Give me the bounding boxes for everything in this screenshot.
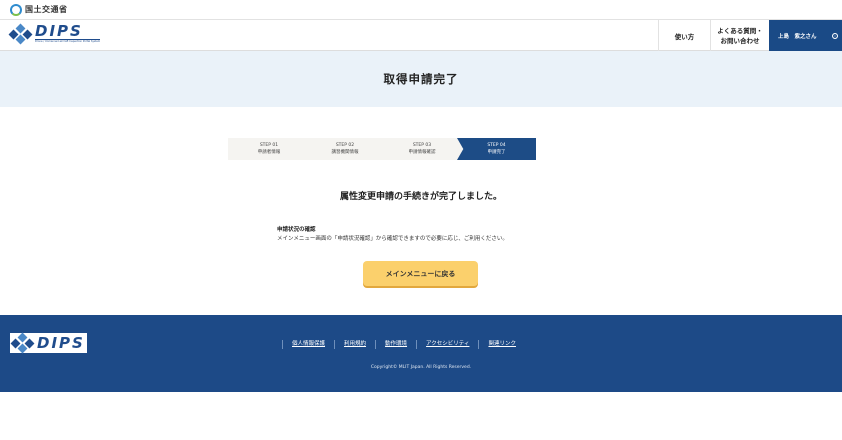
copyright: Copyright© MLIT Japan. All Rights Reserv… <box>370 365 472 370</box>
title-band: 取得申請完了 <box>0 51 842 107</box>
step-label: 申請者情報 <box>257 150 281 155</box>
nav-faq-label-line1: よくある質問・ <box>717 26 763 35</box>
step-04-active: STEP 04 申請完了 <box>457 138 536 160</box>
user-menu-button[interactable]: 上島 紫之さん <box>769 20 842 51</box>
step-02: STEP 02 講習機関情報 <box>303 138 387 160</box>
step-progress: STEP 01 申請者情報 STEP 02 講習機関情報 STEP 03 申請情… <box>228 138 536 160</box>
dips-logo-subtext: Drone / Unmanned aircraft Inspection Por… <box>35 39 101 43</box>
step-01: STEP 01 申請者情報 <box>228 138 310 160</box>
nav-usage-label: 使い方 <box>674 32 695 41</box>
footer-links: 個人情報保護 利用規約 動作環境 アクセシビリティ 関連リンク <box>282 339 525 349</box>
step-03: STEP 03 申請情報確認 <box>380 138 464 160</box>
step-number: STEP 04 <box>487 143 506 148</box>
page-title: 取得申請完了 <box>383 72 459 86</box>
step-number: STEP 01 <box>259 143 279 148</box>
dips-mark-icon <box>8 23 33 45</box>
step-number: STEP 03 <box>412 143 432 148</box>
site-header: DIPS Drone / Unmanned aircraft Inspectio… <box>0 20 842 51</box>
footer-dips-logo[interactable]: DIPS <box>10 332 87 354</box>
status-info-title: 申請状況の確認 <box>277 227 316 233</box>
footer-link-environment[interactable]: 動作環境 <box>375 339 416 349</box>
step-number: STEP 02 <box>335 143 355 148</box>
status-info: 申請状況の確認 メインメニュー画面の「申請状況確認」から確認できますので必要に応… <box>277 226 508 244</box>
back-to-main-menu-button[interactable]: メインメニューに戻る <box>363 261 478 286</box>
footer-link-privacy[interactable]: 個人情報保護 <box>282 339 334 349</box>
nav-usage-link[interactable]: 使い方 <box>658 20 710 51</box>
site-footer: DIPS 個人情報保護 利用規約 動作環境 アクセシビリティ 関連リンク Cop… <box>0 315 842 392</box>
footer-logo-text: DIPS <box>37 333 85 352</box>
dips-logo-text: DIPS <box>35 22 83 40</box>
footer-link-terms[interactable]: 利用規約 <box>334 339 375 349</box>
dips-logo[interactable]: DIPS Drone / Unmanned aircraft Inspectio… <box>8 22 101 45</box>
ministry-name[interactable]: 国土交通省 <box>25 4 68 15</box>
user-name: 上島 紫之さん <box>778 33 817 40</box>
gear-icon <box>832 33 838 39</box>
nav-faq-link[interactable]: よくある質問・ お問い合わせ <box>710 20 769 51</box>
ministry-bar: 国土交通省 <box>0 0 842 20</box>
footer-link-accessibility[interactable]: アクセシビリティ <box>416 339 478 349</box>
completion-message: 属性変更申請の手続きが完了しました。 <box>339 192 502 202</box>
step-label: 申請完了 <box>487 150 506 155</box>
footer-link-related[interactable]: 関連リンク <box>478 339 525 349</box>
step-label: 申請情報確認 <box>408 150 436 155</box>
status-info-text: メインメニュー画面の「申請状況確認」から確認できますので必要に応じ、ご利用くださ… <box>277 236 508 242</box>
ministry-logo-icon <box>10 3 22 16</box>
step-label: 講習機関情報 <box>331 150 359 155</box>
dips-mark-icon <box>10 332 35 354</box>
nav-faq-label-line2: お問い合わせ <box>720 36 760 45</box>
